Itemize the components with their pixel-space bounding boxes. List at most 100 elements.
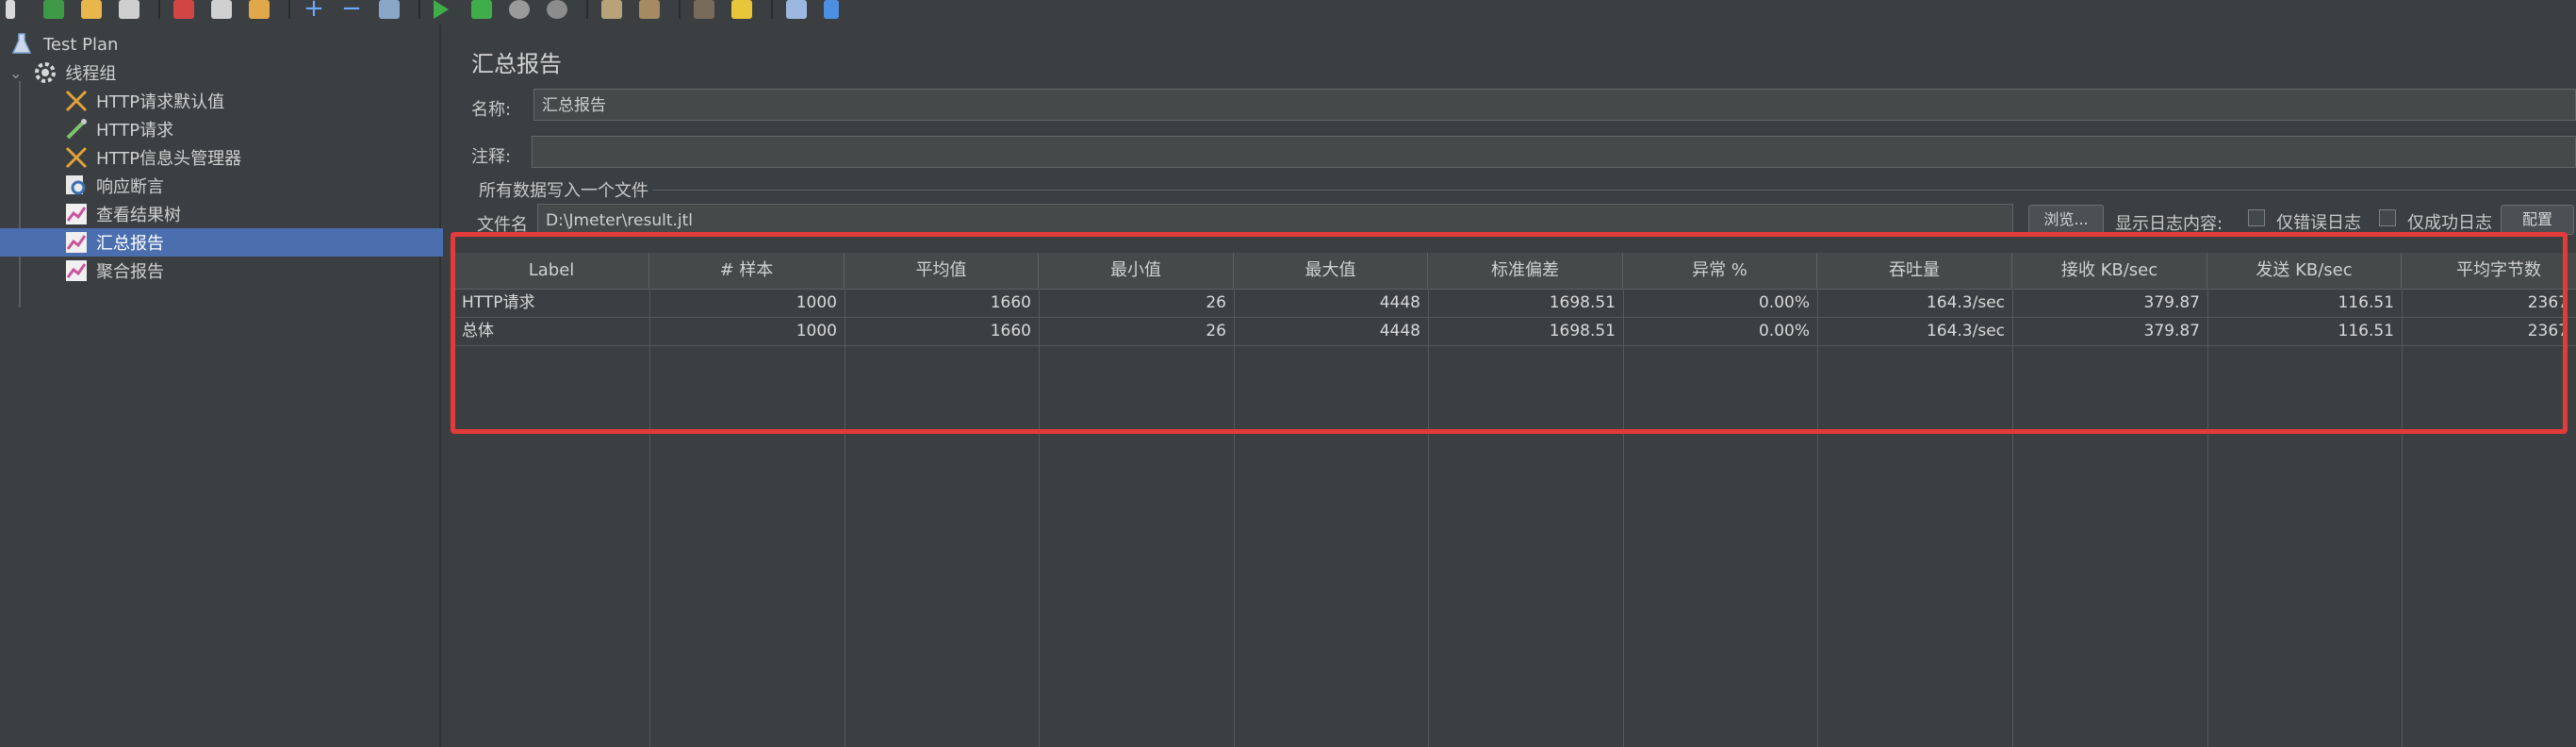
tree-item-test-plan[interactable]: Test Plan xyxy=(0,30,451,58)
copy-icon[interactable] xyxy=(205,0,238,21)
column-divider xyxy=(1234,289,1235,747)
test-plan-tree: Test Plan ⌄ 线程组 HTTP请求默认值 HTTP请求 HTTP信息头… xyxy=(0,25,503,747)
table-cell: 4448 xyxy=(1379,322,1420,340)
chevron-down-icon[interactable]: ⌄ xyxy=(9,64,22,82)
name-label: 名称: xyxy=(471,100,512,120)
column-header[interactable]: 异常 % xyxy=(1623,253,1817,289)
toolbar-separator xyxy=(679,0,681,19)
tree-item-label: 查看结果树 xyxy=(96,206,181,225)
column-header[interactable]: 发送 KB/sec xyxy=(2207,253,2402,289)
table-cell: 1000 xyxy=(796,322,837,340)
tree-item-http-request[interactable]: HTTP请求 xyxy=(0,115,503,143)
toolbar-separator xyxy=(288,0,290,19)
toggle-icon[interactable] xyxy=(373,0,405,21)
table-cell: 26 xyxy=(1206,293,1226,312)
table-cell: 1000 xyxy=(796,293,837,312)
summary-table: Label # 样本 平均值 最小值 最大值 标准偏差 异常 % 吞吐量 接收 … xyxy=(454,253,2576,747)
column-divider xyxy=(2012,289,2013,747)
reset-search-icon[interactable] xyxy=(726,0,758,21)
stop-icon[interactable] xyxy=(503,0,535,21)
browse-button[interactable]: 浏览... xyxy=(2028,205,2104,235)
tree-item-aggregate-report[interactable]: 聚合报告 xyxy=(0,257,503,285)
file-name-label: 文件名 xyxy=(477,215,528,235)
column-header[interactable]: 标准偏差 xyxy=(1428,253,1623,289)
cut-icon[interactable] xyxy=(168,0,200,21)
collapse-icon[interactable]: − xyxy=(336,0,368,21)
tree-item-header-manager[interactable]: HTTP信息头管理器 xyxy=(0,143,503,172)
column-header[interactable]: 平均值 xyxy=(845,253,1039,289)
toolbar-separator xyxy=(158,0,160,19)
column-divider xyxy=(649,289,650,747)
table-cell: 164.3/sec xyxy=(1926,322,2005,340)
search-icon[interactable] xyxy=(688,0,720,21)
clear-icon[interactable] xyxy=(596,0,628,21)
table-cell: HTTP请求 xyxy=(462,293,535,312)
table-cell: 1660 xyxy=(990,293,1031,312)
success-only-label: 仅成功日志 xyxy=(2407,213,2492,233)
toolbar-separator xyxy=(586,0,588,19)
chart-icon xyxy=(64,230,89,255)
table-cell: 164.3/sec xyxy=(1926,293,2005,312)
table-cell: 379.87 xyxy=(2143,293,2200,312)
save-icon[interactable] xyxy=(113,0,145,21)
tree-item-label: 响应断言 xyxy=(96,177,164,197)
file-name-field[interactable]: D:\Jmeter\result.jtl xyxy=(537,204,2013,236)
page-title: 汇总报告 xyxy=(471,51,562,77)
tree-item-response-assertion[interactable]: 响应断言 xyxy=(0,172,503,200)
errors-only-checkbox[interactable] xyxy=(2248,209,2265,226)
paste-icon[interactable] xyxy=(243,0,275,21)
column-header[interactable]: Label xyxy=(454,253,649,289)
start-icon[interactable] xyxy=(428,0,460,21)
comment-field[interactable] xyxy=(532,136,2576,168)
table-cell: 2367 xyxy=(2527,293,2568,312)
configure-button[interactable]: 配置 xyxy=(2501,205,2574,235)
magnifier-icon xyxy=(64,174,89,198)
toolbar-separator xyxy=(418,0,420,19)
open-icon[interactable] xyxy=(75,0,107,21)
toolbar: + − xyxy=(0,0,2576,25)
column-divider xyxy=(1623,289,1624,747)
file-group-divider xyxy=(652,190,2576,191)
tree-item-thread-group[interactable]: ⌄ 线程组 xyxy=(0,58,449,87)
column-header[interactable]: 最小值 xyxy=(1039,253,1234,289)
success-only-checkbox[interactable] xyxy=(2379,209,2396,226)
table-cell: 0.00% xyxy=(1758,322,1810,340)
expand-icon[interactable]: + xyxy=(298,0,330,21)
tree-item-http-defaults[interactable]: HTTP请求默认值 xyxy=(0,87,503,115)
table-cell: 1698.51 xyxy=(1549,322,1616,340)
chart-icon xyxy=(64,258,89,283)
shutdown-icon[interactable] xyxy=(541,0,573,21)
column-header[interactable]: 吞吐量 xyxy=(1817,253,2012,289)
column-divider xyxy=(1039,289,1040,747)
tree-item-view-results-tree[interactable]: 查看结果树 xyxy=(0,200,503,228)
column-divider xyxy=(1428,289,1429,747)
column-header[interactable]: # 样本 xyxy=(649,253,845,289)
clear-all-icon[interactable] xyxy=(633,0,665,21)
gear-icon xyxy=(33,60,57,85)
chart-icon xyxy=(64,202,89,226)
column-divider xyxy=(1817,289,1818,747)
tree-item-label: HTTP请求 xyxy=(96,121,174,141)
column-header[interactable]: 平均字节数 xyxy=(2402,253,2576,289)
wrench-icon xyxy=(64,145,89,170)
function-helper-icon[interactable] xyxy=(780,0,812,21)
table-row[interactable]: HTTP请求 1000 1660 26 4448 1698.51 0.00% 1… xyxy=(454,289,2576,318)
name-field[interactable]: 汇总报告 xyxy=(533,89,2576,121)
tree-item-summary-report[interactable]: 汇总报告 xyxy=(0,228,503,257)
table-cell: 116.51 xyxy=(2338,293,2394,312)
column-header[interactable]: 接收 KB/sec xyxy=(2012,253,2207,289)
templates-icon[interactable] xyxy=(38,0,70,21)
table-header: Label # 样本 平均值 最小值 最大值 标准偏差 异常 % 吞吐量 接收 … xyxy=(454,253,2576,290)
help-icon[interactable] xyxy=(818,0,850,21)
table-cell: 1660 xyxy=(990,322,1031,340)
comment-label: 注释: xyxy=(471,147,512,167)
start-no-pause-icon[interactable] xyxy=(466,0,498,21)
errors-only-label: 仅错误日志 xyxy=(2276,213,2361,233)
column-divider xyxy=(2402,289,2403,747)
table-cell: 379.87 xyxy=(2143,322,2200,340)
log-content-label: 显示日志内容: xyxy=(2115,214,2223,234)
table-row[interactable]: 总体 1000 1660 26 4448 1698.51 0.00% 164.3… xyxy=(454,317,2576,346)
pipette-icon xyxy=(64,117,89,141)
column-header[interactable]: 最大值 xyxy=(1234,253,1428,289)
new-icon[interactable] xyxy=(0,0,32,21)
